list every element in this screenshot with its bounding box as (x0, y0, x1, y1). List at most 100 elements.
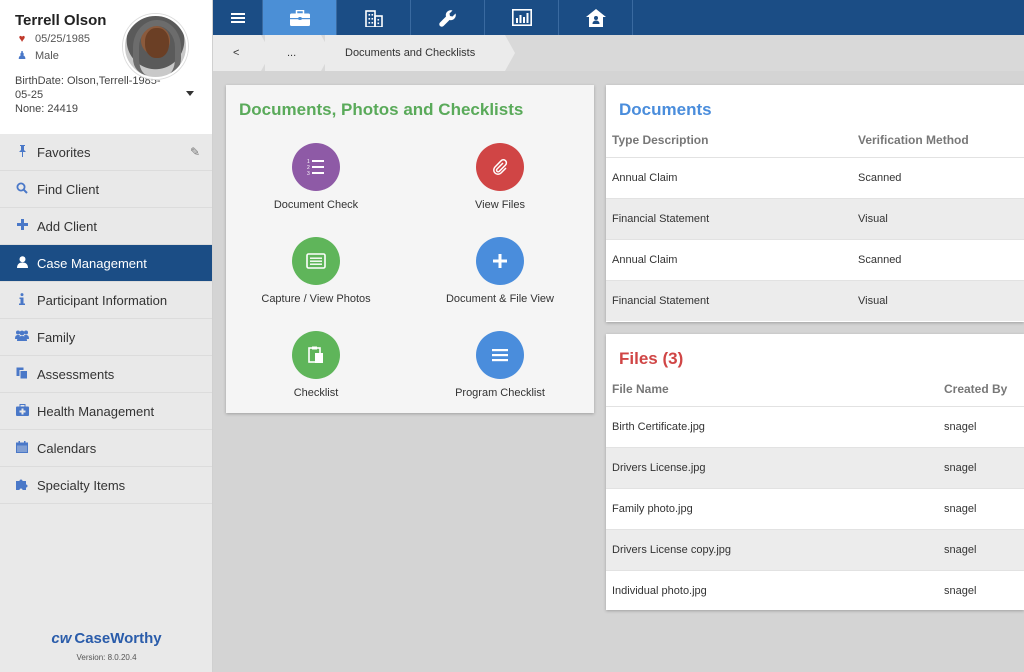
table-cell: Birth Certificate.jpg (612, 421, 705, 433)
table-header: File Name Created By (606, 382, 1024, 406)
table-cell: Individual photo.jpg (612, 585, 707, 597)
sidebar-item-specialty-items[interactable]: Specialty Items (0, 467, 212, 504)
column-header[interactable]: Created By (944, 382, 1007, 396)
tile-view-files[interactable]: View Files (410, 143, 590, 211)
tile-label: View Files (475, 199, 525, 211)
table-cell: Annual Claim (612, 254, 678, 266)
copy-icon (15, 367, 29, 382)
sidebar-item-label: Calendars (37, 440, 97, 456)
sidebar-item-family[interactable]: Family (0, 319, 212, 356)
user-icon (15, 255, 29, 271)
breadcrumb-current: Documents and Checklists (325, 35, 515, 71)
files-title: Files (3) (619, 349, 684, 368)
tile-label: Checklist (293, 387, 339, 399)
plus-icon (15, 219, 29, 233)
sidebar-item-add-client[interactable]: Add Client (0, 208, 212, 245)
tile-document-file-view[interactable]: Document & File View (410, 237, 590, 305)
photo-icon (292, 237, 340, 285)
column-header[interactable]: File Name (612, 382, 669, 396)
breadcrumb-ellipsis[interactable]: ... (265, 35, 331, 71)
table-cell: snagel (944, 503, 977, 515)
documents-photos-checklists-panel: Documents, Photos and Checklists 123 Doc… (226, 85, 594, 413)
client-profile: Terrell Olson ♥ 05/25/1985 ♟ Male BirthD… (0, 0, 212, 134)
table-row[interactable]: Annual Claim Scanned (606, 157, 1024, 198)
client-dob: 05/25/1985 (35, 33, 91, 45)
sidebar-item-health-management[interactable]: Health Management (0, 393, 212, 430)
top-app-bar (213, 0, 1024, 35)
breadcrumb-back[interactable]: < (213, 35, 271, 71)
chevron-down-icon[interactable] (186, 91, 194, 96)
column-header[interactable]: Type Description (612, 133, 708, 147)
hamburger-icon (230, 12, 245, 23)
briefcase-icon (289, 9, 310, 26)
hamburger-menu-button[interactable] (213, 0, 263, 35)
table-row[interactable]: Financial Statement Visual (606, 198, 1024, 239)
app-tools-button[interactable] (411, 0, 485, 35)
pencil-icon[interactable]: ✎ (190, 145, 200, 159)
building-icon (364, 9, 383, 27)
table-cell: snagel (944, 462, 977, 474)
client-gender: Male (35, 49, 59, 62)
table-cell: Scanned (858, 254, 902, 266)
breadcrumb: < ... Documents and Checklists (213, 35, 1024, 71)
sidebar-item-calendars[interactable]: Calendars (0, 430, 212, 467)
brand-logo: cw CaseWorthy Version: 8.0.20.4 (0, 630, 213, 662)
sidebar-item-participant-information[interactable]: Participant Information (0, 282, 212, 319)
tile-capture-view-photos[interactable]: Capture / View Photos (226, 237, 406, 305)
tile-checklist[interactable]: Checklist (226, 331, 406, 399)
table-cell: Financial Statement (612, 295, 710, 307)
calendar-icon (15, 440, 29, 456)
documents-table: Documents Type Description Verification … (606, 85, 1024, 322)
table-cell: Visual (858, 213, 888, 225)
table-row[interactable]: Drivers License copy.jpg snagel (606, 529, 1024, 570)
column-header[interactable]: Verification Method (858, 133, 969, 147)
documents-title: Documents (619, 100, 712, 119)
sidebar-item-label: Favorites (37, 144, 91, 160)
client-none-id: None: 24419 (15, 103, 78, 115)
sidebar-item-label: Family (37, 329, 76, 345)
sidebar: Terrell Olson ♥ 05/25/1985 ♟ Male BirthD… (0, 0, 213, 672)
table-row[interactable]: Individual photo.jpg snagel (606, 570, 1024, 611)
panel-title: Documents, Photos and Checklists (239, 100, 524, 119)
sidebar-item-assessments[interactable]: Assessments (0, 356, 212, 393)
client-name: Terrell Olson (15, 12, 107, 29)
table-row[interactable]: Family photo.jpg snagel (606, 488, 1024, 529)
table-cell: Visual (858, 295, 888, 307)
sidebar-item-label: Find Client (37, 181, 100, 197)
tile-document-check[interactable]: 123 Document Check (226, 143, 406, 211)
sidebar-item-case-management[interactable]: Case Management (0, 245, 212, 282)
sidebar-menu: Favorites ✎ Find Client Add Client Case … (0, 134, 212, 504)
person-icon: ♟ (17, 50, 27, 62)
files-table: Files (3) File Name Created By Birth Cer… (606, 334, 1024, 610)
chart-icon (511, 9, 532, 26)
avatar[interactable] (123, 14, 188, 79)
sidebar-item-label: Assessments (37, 366, 115, 382)
info-icon (15, 292, 29, 308)
sidebar-item-favorites[interactable]: Favorites ✎ (0, 134, 212, 171)
app-reports-button[interactable] (485, 0, 559, 35)
table-row[interactable]: Drivers License.jpg snagel (606, 447, 1024, 488)
table-row[interactable]: Annual Claim Scanned (606, 239, 1024, 280)
wrench-icon (438, 9, 456, 27)
table-row[interactable]: Financial Statement Visual (606, 280, 1024, 321)
heart-icon: ♥ (18, 33, 26, 45)
sidebar-item-label: Add Client (37, 218, 97, 234)
app-home-button[interactable] (559, 0, 633, 35)
puzzle-icon (15, 478, 29, 493)
sidebar-item-find-client[interactable]: Find Client (0, 171, 212, 208)
sidebar-item-label: Health Management (37, 403, 155, 419)
app-case-button[interactable] (263, 0, 337, 35)
house-icon (585, 8, 606, 27)
tile-label: Document Check (273, 199, 359, 211)
app-organization-button[interactable] (337, 0, 411, 35)
sidebar-item-label: Case Management (37, 255, 147, 271)
table-cell: snagel (944, 585, 977, 597)
table-cell: Drivers License copy.jpg (612, 544, 732, 556)
table-cell: Drivers License.jpg (612, 462, 706, 474)
tile-label: Program Checklist (455, 387, 545, 399)
tile-program-checklist[interactable]: Program Checklist (410, 331, 590, 399)
list-icon: 123 (292, 143, 340, 191)
pin-icon (15, 144, 29, 160)
table-cell: Scanned (858, 172, 902, 184)
table-row[interactable]: Birth Certificate.jpg snagel (606, 406, 1024, 447)
